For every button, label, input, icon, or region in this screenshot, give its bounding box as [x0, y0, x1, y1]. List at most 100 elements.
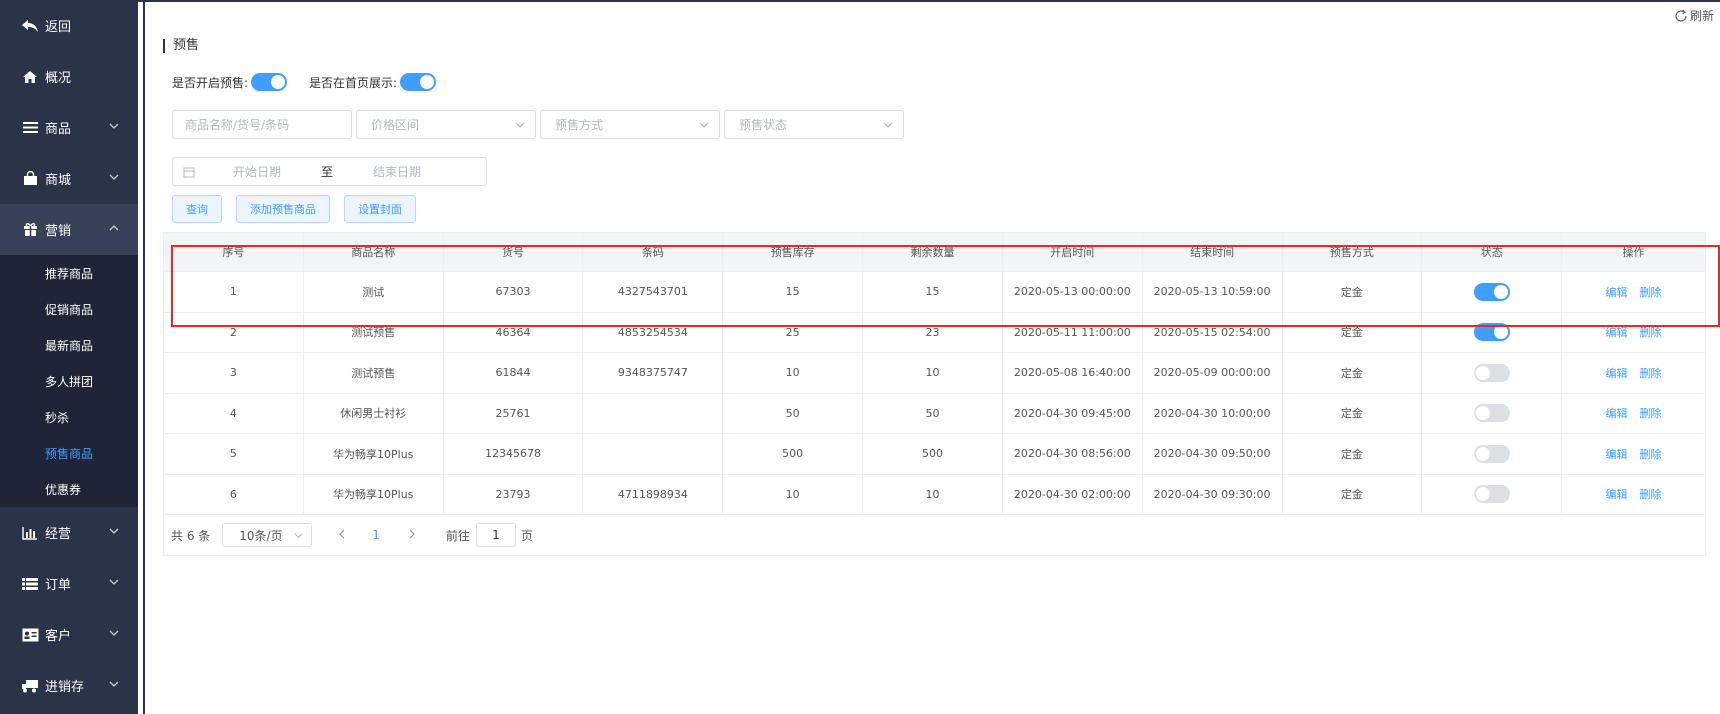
cell-actions: 编辑 删除 — [1562, 475, 1705, 515]
col-name: 商品名称 — [304, 233, 444, 271]
cell-barcode: 4327543701 — [583, 272, 724, 312]
edit-link[interactable]: 编辑 — [1606, 486, 1628, 502]
cell-start: 2020-04-30 08:56:00 — [1003, 434, 1143, 474]
refresh-icon — [1675, 9, 1687, 22]
cell-barcode — [583, 393, 724, 433]
add-presale-button[interactable]: 添加预售商品 — [236, 195, 330, 223]
table-row: 5 华为畅享10Plus 12345678 500 500 2020-04-30 08:5… — [164, 434, 1705, 475]
status-toggle[interactable] — [1473, 485, 1510, 504]
status-toggle[interactable] — [1473, 282, 1510, 301]
col-start: 开启时间 — [1003, 233, 1143, 271]
top-border — [138, 0, 1720, 2]
status-toggle[interactable] — [1473, 444, 1510, 463]
delete-link[interactable]: 删除 — [1640, 284, 1662, 300]
nav-orders[interactable]: 订单 — [0, 558, 138, 609]
end-date-placeholder[interactable]: 结束日期 — [373, 163, 421, 180]
edit-link[interactable]: 编辑 — [1606, 405, 1628, 421]
nav-overview[interactable]: 概况 — [0, 51, 138, 102]
delete-link[interactable]: 删除 — [1640, 486, 1662, 502]
cell-method: 定金 — [1283, 272, 1423, 312]
chevron-down-icon — [515, 122, 525, 128]
presale-method-select[interactable]: 预售方式 — [540, 110, 720, 139]
cell-remain: 10 — [863, 353, 1003, 393]
nav-back[interactable]: 返回 — [0, 0, 138, 51]
delete-link[interactable]: 删除 — [1640, 405, 1662, 421]
next-page-button[interactable] — [408, 528, 418, 542]
homepage-toggle[interactable] — [400, 73, 437, 91]
presale-status-select[interactable]: 预售状态 — [724, 110, 904, 139]
table-row: 4 休闲男士衬衫 25761 50 50 2020-04-30 09:45:00 2020-… — [164, 393, 1705, 434]
status-toggle[interactable] — [1473, 404, 1510, 423]
chevron-down-icon — [109, 174, 119, 180]
edit-link[interactable]: 编辑 — [1606, 284, 1628, 300]
date-range-picker[interactable]: 开始日期 至 结束日期 — [172, 157, 487, 186]
cell-name: 华为畅享10Plus — [304, 434, 444, 474]
page-number[interactable]: 1 — [372, 528, 380, 542]
name-search-input[interactable]: 商品名称/货号/条码 — [172, 110, 352, 139]
cell-status — [1422, 393, 1563, 433]
nav-back-label: 返回 — [45, 20, 72, 35]
chevron-down-icon — [109, 123, 119, 129]
query-button[interactable]: 查询 — [172, 195, 222, 223]
price-range-select[interactable]: 价格区间 — [356, 110, 536, 139]
refresh-button[interactable]: 刷新 — [1674, 7, 1714, 24]
page-size-select[interactable]: 10条/页 — [222, 523, 313, 547]
cell-method: 定金 — [1283, 434, 1423, 474]
chevron-down-icon — [883, 122, 893, 128]
cell-remain: 10 — [863, 474, 1003, 514]
nav-business[interactable]: 经营 — [0, 507, 138, 558]
nav-inventory[interactable]: 进销存 — [0, 660, 138, 711]
cell-remain: 23 — [863, 312, 1003, 352]
sub-recommended[interactable]: 推荐商品 — [0, 255, 138, 291]
prev-page-button[interactable] — [338, 528, 348, 542]
chevron-up-icon — [109, 225, 119, 231]
chevron-left-icon — [339, 529, 345, 539]
cell-no: 6 — [164, 474, 304, 514]
sub-promotion[interactable]: 促销商品 — [0, 291, 138, 327]
cell-status — [1422, 353, 1563, 393]
cell-no: 3 — [164, 353, 304, 393]
presale-toggle-label: 是否开启预售: — [172, 75, 249, 90]
delete-link[interactable]: 删除 — [1640, 324, 1662, 340]
sub-newest[interactable]: 最新商品 — [0, 327, 138, 363]
cell-status — [1422, 434, 1563, 474]
cell-sku: 12345678 — [444, 434, 584, 474]
nav-orders-label: 订单 — [45, 578, 72, 593]
col-sku: 货号 — [444, 233, 584, 271]
col-method: 预售方式 — [1283, 233, 1423, 271]
delete-link[interactable]: 删除 — [1640, 446, 1662, 462]
sub-group-buy[interactable]: 多人拼团 — [0, 363, 138, 399]
status-toggle[interactable] — [1473, 363, 1510, 382]
edit-link[interactable]: 编辑 — [1606, 324, 1628, 340]
cell-start: 2020-04-30 02:00:00 — [1003, 474, 1143, 514]
nav-goods[interactable]: 商品 — [0, 102, 138, 153]
total-count: 共 6 条 — [171, 528, 211, 543]
delete-link[interactable]: 删除 — [1640, 365, 1662, 381]
range-separator: 至 — [321, 165, 334, 179]
cell-barcode: 4711898934 — [583, 474, 724, 514]
homepage-toggle-label: 是否在首页展示: — [309, 75, 398, 90]
sub-coupon[interactable]: 优惠券 — [0, 471, 138, 507]
cell-name: 测试预售 — [304, 312, 444, 352]
col-remain: 剩余数量 — [863, 233, 1003, 271]
nav-marketing[interactable]: 营销 — [0, 204, 138, 255]
set-cover-button[interactable]: 设置封面 — [344, 195, 416, 223]
goto-page-input[interactable]: 1 — [475, 523, 516, 547]
cell-stock: 10 — [723, 353, 864, 393]
table-row: 2 测试预售 46364 4853254534 25 23 2020-05-11 11:00… — [164, 312, 1705, 353]
goto-label: 前往 — [445, 528, 470, 543]
sub-flash-sale[interactable]: 秒杀 — [0, 399, 138, 435]
cell-end: 2020-05-13 10:59:00 — [1143, 272, 1283, 312]
cell-end: 2020-05-09 00:00:00 — [1143, 353, 1283, 393]
edit-link[interactable]: 编辑 — [1606, 365, 1628, 381]
status-toggle[interactable] — [1473, 323, 1510, 342]
nav-mall[interactable]: 商城 — [0, 153, 138, 204]
action-bar: 查询 添加预售商品 设置封面 — [172, 195, 416, 223]
cell-actions: 编辑 删除 — [1562, 313, 1705, 353]
cell-sku: 25761 — [444, 393, 584, 433]
nav-customers[interactable]: 客户 — [0, 609, 138, 660]
start-date-placeholder[interactable]: 开始日期 — [233, 163, 281, 180]
sub-presale[interactable]: 预售商品 — [0, 435, 138, 471]
edit-link[interactable]: 编辑 — [1606, 446, 1628, 462]
presale-toggle[interactable] — [251, 73, 288, 91]
